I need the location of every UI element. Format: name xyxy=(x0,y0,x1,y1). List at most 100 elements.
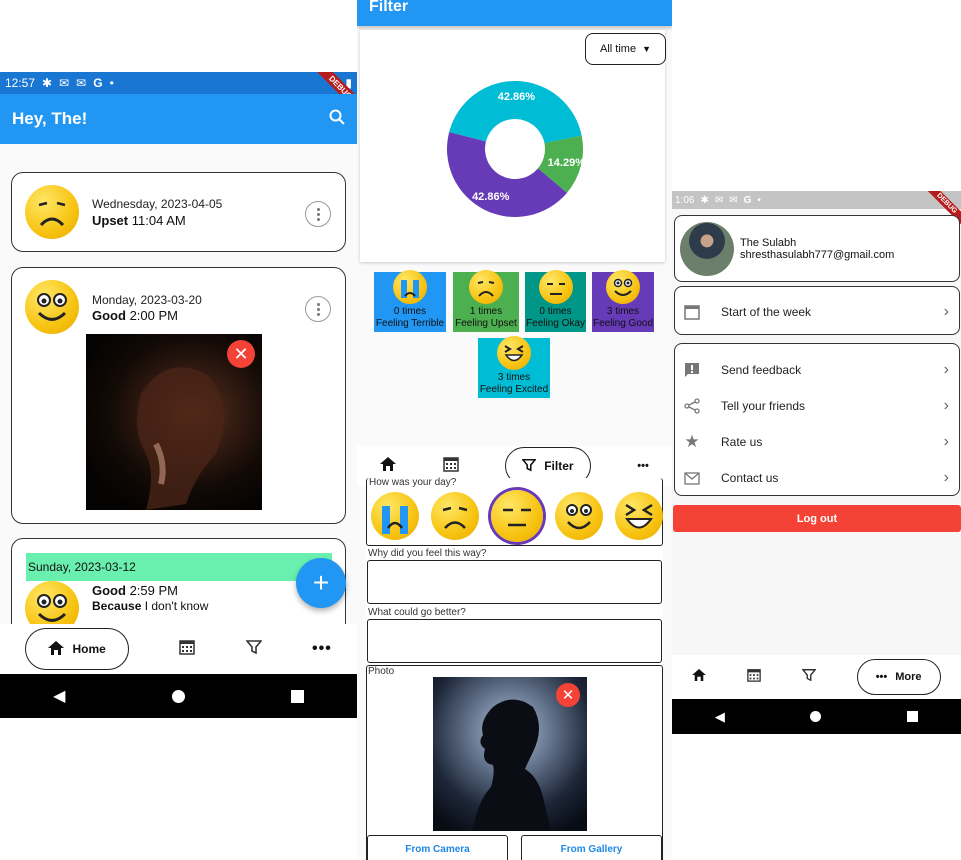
filter-icon[interactable] xyxy=(245,639,263,660)
user-email: shresthasulabh777@gmail.com xyxy=(740,249,895,261)
calendar-icon[interactable] xyxy=(442,456,459,477)
rate-us-label: Rate us xyxy=(721,435,763,449)
start-of-week-label: Start of the week xyxy=(721,304,812,319)
settings-icon: ✱ xyxy=(700,194,709,206)
middle-screen: Filter All time ▼ 42.86% 14.29% 42.86% 0 t… xyxy=(357,0,672,860)
remove-photo-icon[interactable]: ✕ xyxy=(227,340,255,368)
improve-input[interactable] xyxy=(367,619,662,663)
upset-emoji-icon xyxy=(469,270,503,304)
nav-home-button[interactable]: Home xyxy=(25,628,130,670)
terrible-emoji-icon[interactable] xyxy=(371,492,419,540)
mail-icon: ✉ xyxy=(59,76,70,90)
mood-picker-section: How was your day? xyxy=(366,477,663,546)
home-circle-icon[interactable] xyxy=(171,689,185,703)
tile-count: 0 times xyxy=(393,306,427,317)
mood-tile[interactable]: 3 times Feeling Excited xyxy=(478,336,550,398)
calendar-icon[interactable] xyxy=(179,639,196,660)
tell-friends-item[interactable]: Tell your friends › xyxy=(675,388,959,424)
home-icon[interactable] xyxy=(380,456,397,476)
reason-input[interactable] xyxy=(367,560,662,604)
more-horiz-icon[interactable]: ••• xyxy=(312,640,332,658)
dropdown-value: All time xyxy=(600,43,637,55)
logout-button[interactable]: Log out xyxy=(673,505,961,532)
nav-home-label: Home xyxy=(72,642,106,656)
entry-mood: Good xyxy=(92,583,126,598)
more-vert-icon[interactable] xyxy=(305,201,331,227)
nav-more-button[interactable]: ••• More xyxy=(856,659,941,695)
app-bar: Hey, The! xyxy=(0,94,357,144)
send-feedback-label: Send feedback xyxy=(721,363,802,377)
entry-date: Sunday, 2023-03-12 xyxy=(28,560,136,574)
donut-slice-label: 42.86% xyxy=(472,191,510,203)
more-horiz-icon[interactable]: ••• xyxy=(637,460,649,472)
bottom-nav: Home ••• xyxy=(0,624,357,674)
time-range-dropdown[interactable]: All time ▼ xyxy=(585,33,666,65)
calendar-icon[interactable] xyxy=(747,668,761,687)
tile-label: Feeling Okay xyxy=(526,318,585,329)
google-icon: G xyxy=(743,194,752,206)
status-bar: 12:57 ✱ ✉ ✉ G • ▮ xyxy=(0,72,357,94)
back-icon[interactable]: ◀ xyxy=(715,709,725,725)
dot-icon: • xyxy=(109,76,114,90)
mood-tile[interactable]: 0 times Feeling Terrible xyxy=(374,270,446,332)
tile-label: Feeling Upset xyxy=(455,318,517,329)
from-camera-button[interactable]: From Camera xyxy=(367,835,508,860)
start-of-week-item[interactable]: Start of the week › xyxy=(675,287,959,336)
entry-time: 2:59 PM xyxy=(129,583,178,598)
search-icon[interactable] xyxy=(329,109,345,130)
donut-slice-label: 42.86% xyxy=(498,91,536,103)
page-title: Hey, The! xyxy=(12,109,88,128)
week-settings-card: Start of the week › xyxy=(674,286,960,335)
okay-emoji-icon[interactable] xyxy=(491,490,543,542)
excited-emoji-icon[interactable] xyxy=(615,492,663,540)
more-vert-icon[interactable] xyxy=(305,296,331,322)
from-gallery-button[interactable]: From Gallery xyxy=(521,835,662,860)
contact-us-item[interactable]: Contact us › xyxy=(675,460,959,496)
entry-date: Wednesday, 2023-04-05 xyxy=(92,197,223,211)
app-bar: Filter xyxy=(357,0,672,26)
filter-icon[interactable] xyxy=(801,668,817,687)
entry-card[interactable]: Wednesday, 2023-04-05 Upset 11:04 AM xyxy=(11,172,346,252)
mail-icon xyxy=(675,471,709,485)
question-label: How was your day? xyxy=(369,477,457,488)
avatar xyxy=(680,222,734,276)
okay-emoji-icon xyxy=(538,270,573,304)
mood-tile[interactable]: 0 times Feeling Okay xyxy=(525,270,586,332)
terrible-emoji-icon xyxy=(393,270,427,304)
from-camera-label: From Camera xyxy=(405,843,470,855)
entry-card[interactable]: Monday, 2023-03-20 Good 2:00 PM ✕ xyxy=(11,267,346,524)
remove-photo-icon[interactable]: ✕ xyxy=(556,683,580,707)
logout-label: Log out xyxy=(796,512,838,525)
upset-emoji-icon xyxy=(25,185,79,239)
page-title: Filter xyxy=(369,0,409,15)
contact-us-label: Contact us xyxy=(721,471,779,485)
rate-us-item[interactable]: ★ Rate us › xyxy=(675,424,959,460)
chevron-right-icon: › xyxy=(943,469,949,486)
entry-time: 11:04 AM xyxy=(131,213,186,228)
home-circle-icon[interactable] xyxy=(810,711,822,722)
tile-count: 0 times xyxy=(539,306,572,317)
feedback-icon xyxy=(675,362,709,378)
tile-label: Feeling Excited xyxy=(479,384,549,395)
system-nav-bar: ◀ xyxy=(0,674,357,718)
bottom-nav: ••• More xyxy=(672,655,961,699)
profile-card[interactable]: The Sulabh shresthasulabh777@gmail.com xyxy=(674,215,960,282)
mood-tile[interactable]: 3 times Feeling Good xyxy=(592,270,654,332)
dot-icon: • xyxy=(757,194,761,206)
mood-tile[interactable]: 1 times Feeling Upset xyxy=(453,270,519,332)
good-emoji-icon xyxy=(25,280,79,334)
status-time: 12:57 xyxy=(5,76,36,90)
upset-emoji-icon[interactable] xyxy=(431,492,479,540)
because-label: Because xyxy=(92,599,142,613)
good-emoji-icon[interactable] xyxy=(555,492,603,540)
back-icon[interactable]: ◀ xyxy=(53,686,65,706)
recents-icon[interactable] xyxy=(290,689,304,703)
tile-count: 1 times xyxy=(469,306,503,317)
status-time: 1:06 xyxy=(675,194,695,206)
send-feedback-item[interactable]: Send feedback › xyxy=(675,352,959,388)
add-entry-button[interactable]: + xyxy=(296,558,346,608)
home-icon[interactable] xyxy=(692,668,707,686)
mail-icon: ✉ xyxy=(714,194,724,206)
recents-icon[interactable] xyxy=(907,711,919,722)
photo-section: Photo ✕ xyxy=(366,665,663,860)
